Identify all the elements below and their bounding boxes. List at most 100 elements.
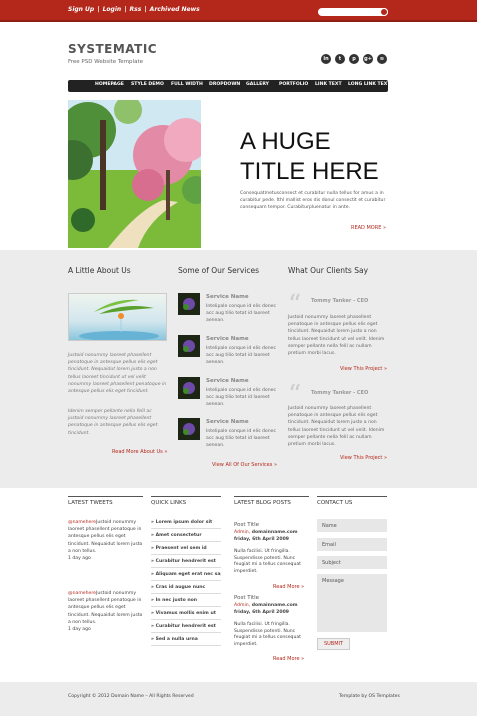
about-paragraph-2: Idenim semper pellante nella felil ac ju… — [68, 409, 158, 436]
post-meta: Admin, domainname.com friday, 6th April … — [234, 530, 309, 543]
blog-heading: LATEST BLOG POSTS — [234, 500, 291, 506]
quick-links-heading: QUICK LINKS — [151, 500, 187, 506]
testimonial-text: Justoid nonummy laoreet phasellent penat… — [288, 406, 385, 448]
about-read-more-link[interactable]: Read More About Us » — [112, 449, 167, 455]
site-tagline: Free PSD Website Template — [68, 59, 143, 65]
quick-link[interactable]: » Vivamus mollis enim ut — [151, 608, 221, 620]
top-links: Sign Up | Login | Rss | Archived News — [68, 6, 201, 13]
separator: | — [142, 6, 149, 13]
nav-long-link-text[interactable]: LONG LINK TEXT — [348, 82, 390, 87]
view-project-link[interactable]: View This Project » — [340, 366, 387, 372]
tweet-handle[interactable]: @namehere — [68, 520, 96, 525]
hero-read-more-link[interactable]: READ MORE » — [351, 225, 386, 231]
search-icon[interactable] — [380, 8, 388, 16]
hero-text: Consequatmetusconsect et curabitur nulla… — [240, 191, 386, 210]
hero-title-line2: TITLE HERE — [240, 158, 379, 185]
contact-heading: CONTACT US — [317, 500, 353, 506]
nav-homepage[interactable]: HOMEPAGE — [95, 82, 124, 87]
service-text: Intelipale conque id elis donec acc aug … — [206, 388, 276, 407]
post-read-more-link[interactable]: Read More » — [273, 584, 304, 590]
search-input[interactable] — [318, 8, 388, 16]
quote-icon: “ — [288, 380, 302, 410]
tweet-text: Justoid nonummy laoreet phasellent penat… — [68, 591, 143, 625]
service-thumbnail — [178, 335, 200, 357]
nav-portfolio[interactable]: PORTFOLIO — [279, 82, 308, 87]
about-paragraph-1: Justoid nonummy laoreet phasellent penat… — [68, 353, 167, 395]
twitter-icon[interactable]: t — [335, 54, 345, 64]
quick-link[interactable]: » In nec justo non — [151, 595, 221, 607]
service-text: Intelipale conque id elis donec acc aug … — [206, 429, 276, 448]
service-thumbnail — [178, 418, 200, 440]
login-link[interactable]: Login — [103, 6, 122, 13]
nav-full-width[interactable]: FULL WIDTH — [171, 82, 203, 87]
archived-news-link[interactable]: Archived News — [150, 6, 200, 13]
view-project-link[interactable]: View This Project » — [340, 455, 387, 461]
nav-dropdown[interactable]: DROPDOWN — [209, 82, 240, 87]
testimonial-author: Tommy Tanker - CEO — [311, 298, 369, 304]
pinterest-icon[interactable]: p — [349, 54, 359, 64]
tweet-time: 1 day ago — [68, 627, 91, 633]
post-title[interactable]: Post Title — [234, 522, 259, 528]
quick-link[interactable]: » Sed a nulla urna — [151, 634, 221, 646]
subject-field[interactable]: Subject — [317, 556, 387, 569]
submit-button[interactable]: SUBMIT — [317, 638, 350, 650]
service-name[interactable]: Service Name — [206, 378, 249, 384]
separator: | — [122, 6, 129, 13]
email-field[interactable]: Email — [317, 538, 387, 551]
quick-link[interactable]: » Amet consectetur — [151, 530, 221, 542]
post-read-more-link[interactable]: Read More » — [273, 656, 304, 662]
template-credit-link[interactable]: Template by OS Templates — [339, 694, 400, 699]
rss-link[interactable]: Rss — [130, 6, 142, 13]
nav-link-text[interactable]: LINK TEXT — [315, 82, 342, 87]
post-title[interactable]: Post Title — [234, 595, 259, 601]
testimonial-author: Tommy Tanker - CEO — [311, 390, 369, 396]
quick-link[interactable]: » Praesent vel sem id — [151, 543, 221, 555]
service-name[interactable]: Service Name — [206, 294, 249, 300]
post-excerpt: Nulla facilisi. Ut fringilla. Suspendiss… — [234, 622, 301, 647]
rss-icon[interactable]: ≋ — [377, 54, 387, 64]
service-text: Intelipale conque id elis donec acc aug … — [206, 346, 276, 365]
copyright-bar — [0, 682, 477, 716]
quick-link[interactable]: » Lorem ipsum dolor sit — [151, 517, 221, 529]
name-field[interactable]: Name — [317, 519, 387, 532]
signup-link[interactable]: Sign Up — [68, 6, 94, 13]
linkedin-icon[interactable]: in — [321, 54, 331, 64]
tweet: @namehereJustoid nonummy laoreet phasell… — [68, 590, 143, 633]
divider — [234, 496, 309, 497]
quote-icon: “ — [288, 290, 302, 320]
hero-image — [68, 100, 201, 248]
clients-heading: What Our Clients Say — [288, 266, 369, 275]
tweet-time: 1 day ago — [68, 556, 91, 562]
googleplus-icon[interactable]: g+ — [363, 54, 373, 64]
nav-style-demo[interactable]: STYLE DEMO — [131, 82, 164, 87]
tweets-heading: LATEST TWEETS — [68, 500, 113, 506]
service-name[interactable]: Service Name — [206, 336, 249, 342]
divider — [68, 496, 143, 497]
service-text: Intelipale conque id elis donec acc aug … — [206, 304, 276, 323]
quick-link[interactable]: » Cras id augue nunc — [151, 582, 221, 594]
service-name[interactable]: Service Name — [206, 419, 249, 425]
tweet-handle[interactable]: @namehere — [68, 591, 96, 596]
tweet-text: Justoid nonummy laoreet phasellent penat… — [68, 520, 143, 554]
testimonial-text: Justoid nonummy laoreet phasellent penat… — [288, 315, 385, 357]
about-heading: A Little About Us — [68, 266, 131, 275]
copyright-text: Copyright © 2012 Domain Name – All Right… — [68, 694, 194, 699]
service-thumbnail — [178, 293, 200, 315]
quick-link[interactable]: » Curabitur hendrerit est — [151, 556, 221, 568]
post-author[interactable]: Admin, — [234, 530, 250, 535]
quick-link[interactable]: » Curabitur hendrerit est — [151, 621, 221, 633]
service-thumbnail — [178, 377, 200, 399]
message-field[interactable]: Message — [317, 574, 387, 632]
services-heading: Some of Our Services — [178, 266, 260, 275]
quick-link[interactable]: » Aliquam eget erat nec sapien — [151, 569, 221, 581]
post-author[interactable]: Admin, — [234, 603, 250, 608]
nav-gallery[interactable]: GALLERY — [246, 82, 269, 87]
divider — [151, 496, 221, 497]
site-logo[interactable]: SYSTEMATIC — [68, 42, 157, 56]
post-excerpt: Nulla facilisi. Ut fringilla. Suspendiss… — [234, 549, 301, 574]
hero-title-line1: A HUGE — [240, 128, 331, 155]
tweet: @namehereJustoid nonummy laoreet phasell… — [68, 519, 143, 562]
view-all-services-link[interactable]: View All Of Our Services » — [212, 462, 277, 468]
divider — [317, 496, 387, 497]
post-meta: Admin, domainname.com friday, 6th April … — [234, 603, 309, 616]
